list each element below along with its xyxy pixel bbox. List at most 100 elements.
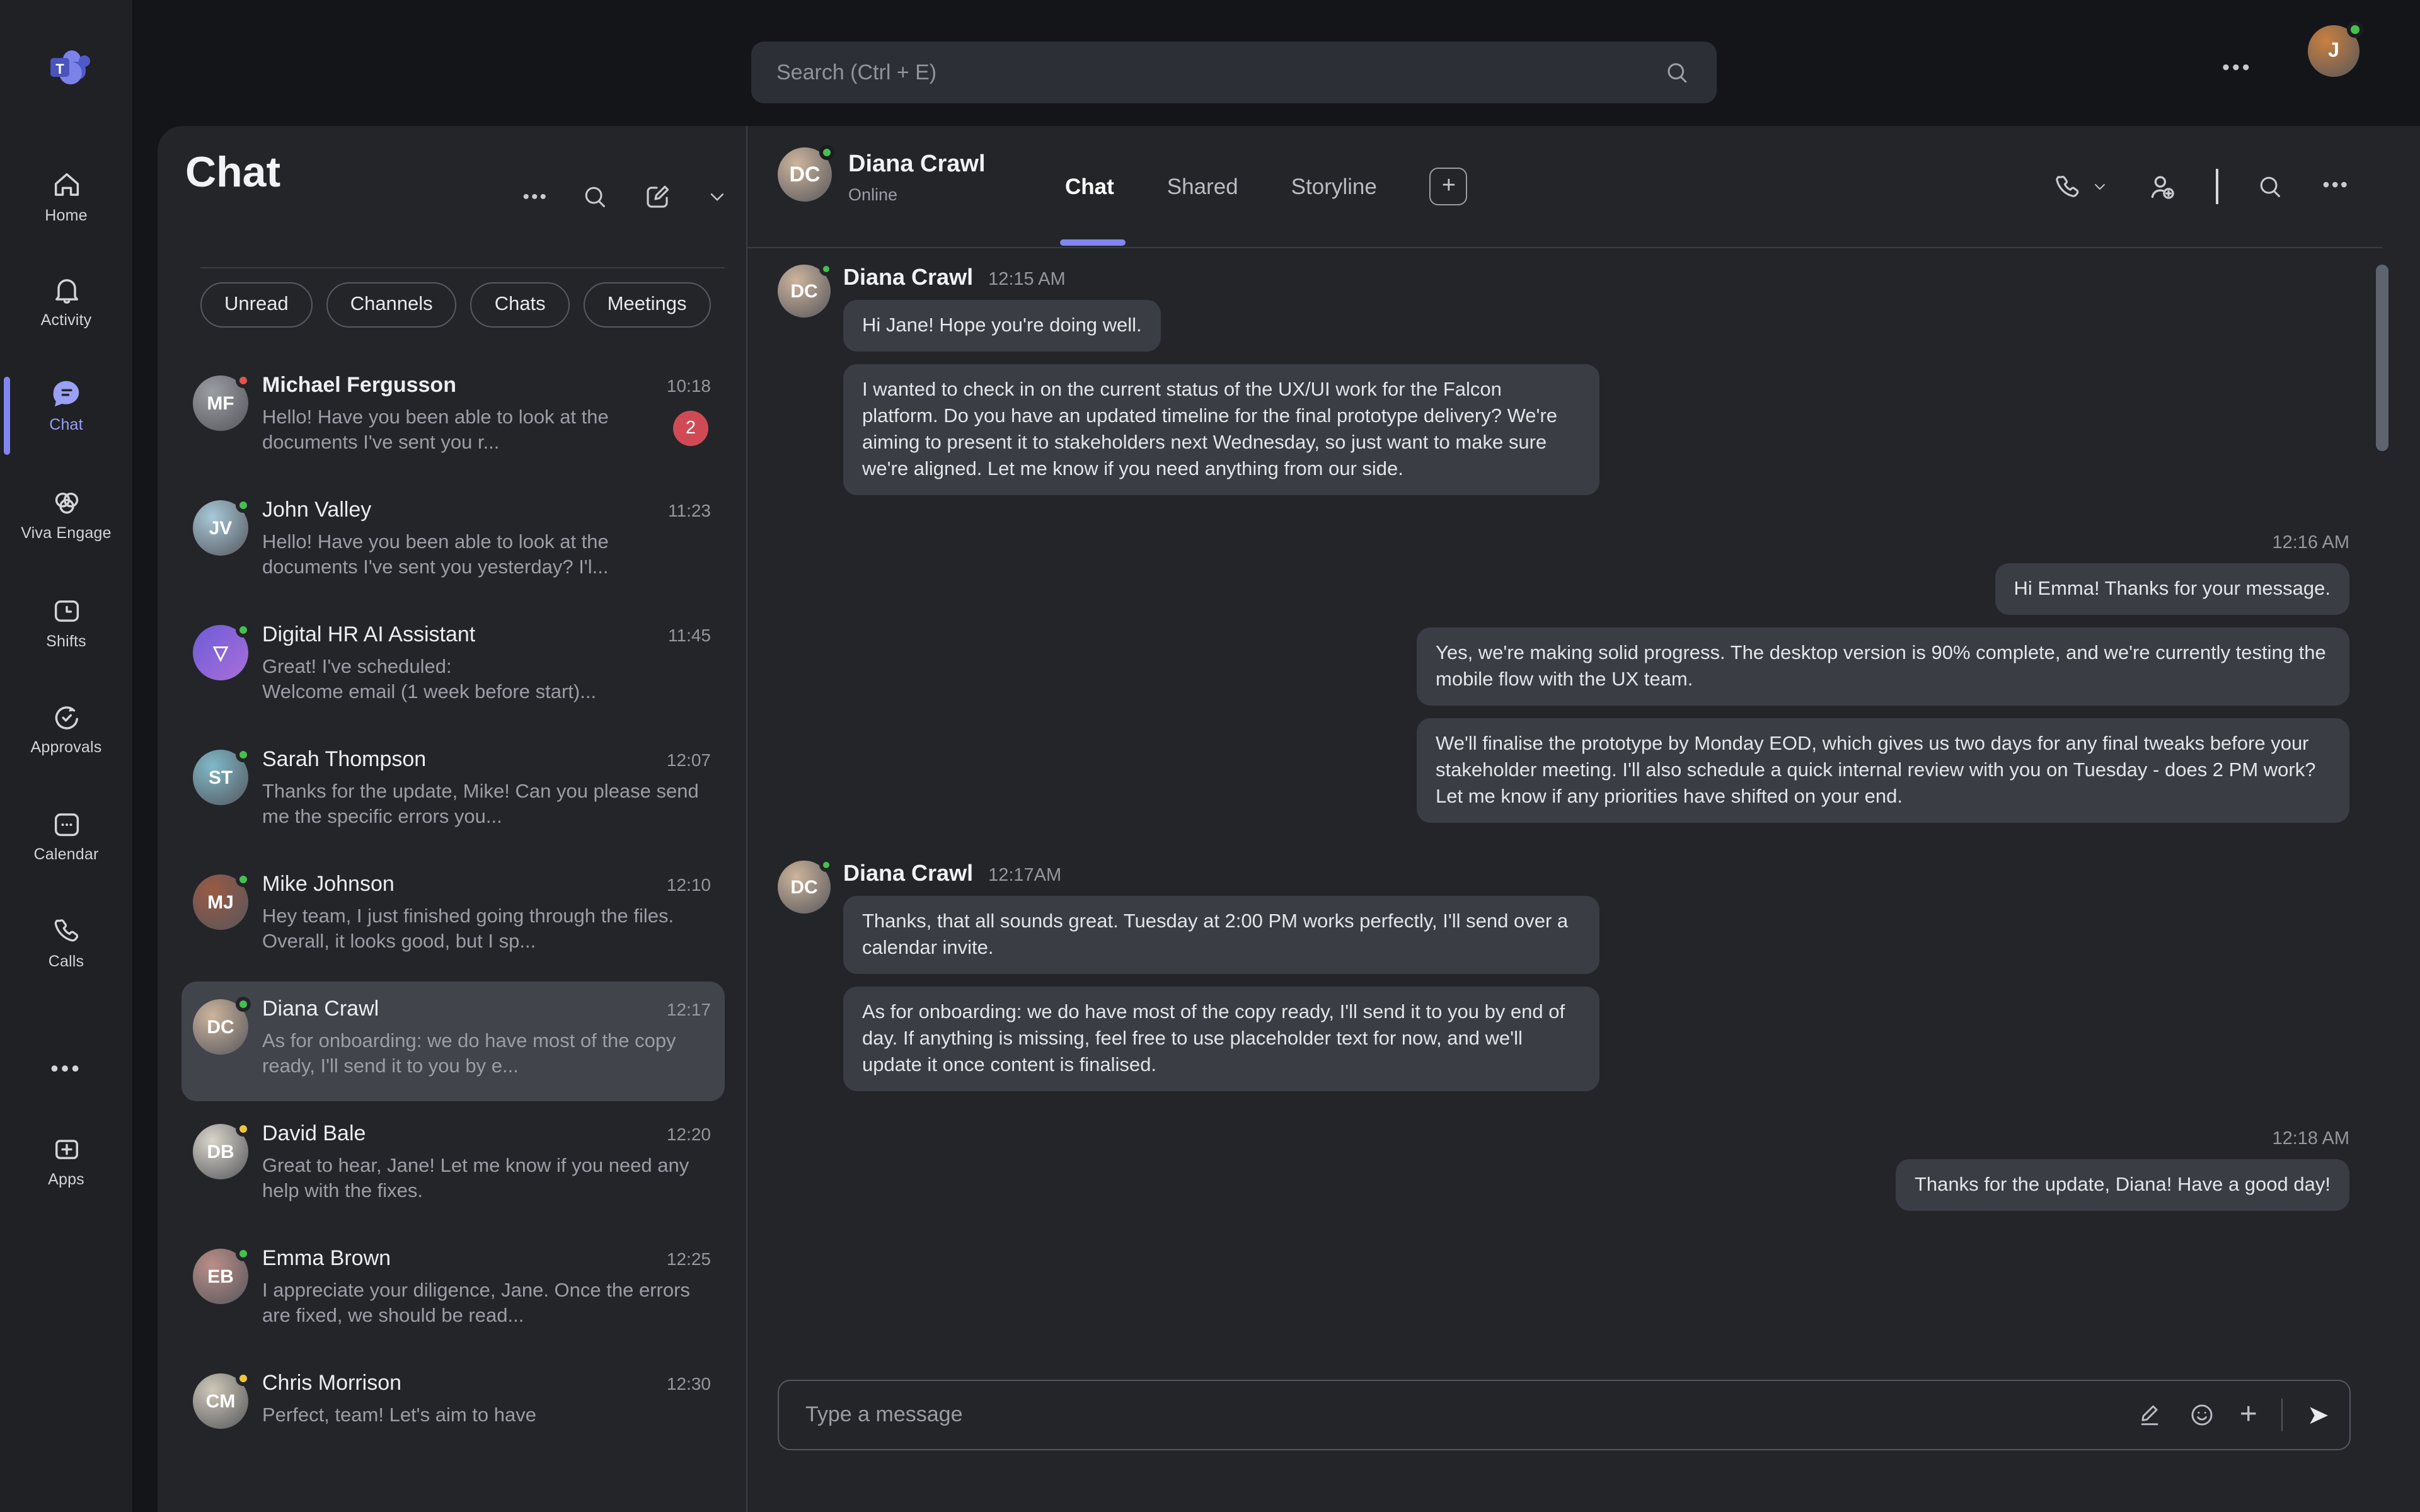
bell-icon — [49, 272, 83, 306]
message-time: 12:17AM — [988, 866, 1061, 886]
send-icon[interactable]: ➤ — [2307, 1399, 2329, 1431]
message-composer: + ➤ — [778, 1380, 2351, 1450]
chevron-down-icon[interactable] — [706, 185, 729, 208]
conversation-time: 12:30 — [667, 1373, 711, 1394]
chat-filters: Unread Channels Chats Meetings — [200, 282, 711, 328]
conversation-time: 12:20 — [667, 1124, 711, 1144]
avatar: DB — [193, 1124, 248, 1179]
tab-storyline[interactable]: Storyline — [1291, 173, 1377, 200]
avatar: CM — [193, 1373, 248, 1429]
avatar: ▽ — [193, 625, 248, 680]
thread-header: DC Diana Crawl Online Chat Shared Storyl… — [747, 126, 2420, 247]
divider — [2216, 169, 2218, 204]
settings-more-icon[interactable]: ••• — [2222, 55, 2252, 81]
filter-unread[interactable]: Unread — [200, 282, 313, 328]
conversation-time: 10:18 — [667, 375, 711, 396]
rail-label: Chat — [49, 416, 83, 433]
filter-channels[interactable]: Channels — [326, 282, 457, 328]
apps-plus-icon — [49, 1131, 83, 1166]
teams-logo-icon[interactable]: T — [43, 43, 93, 93]
presence-badge — [819, 262, 833, 276]
conversation-name: David Bale — [262, 1121, 366, 1147]
filter-chats[interactable]: Chats — [471, 282, 570, 328]
calendar-icon — [49, 806, 83, 840]
active-tab-indicator — [1060, 239, 1126, 246]
message-time: 12:18 AM — [2272, 1129, 2349, 1149]
page-title: Chat — [185, 149, 280, 198]
thread-more-icon[interactable]: ••• — [2322, 175, 2349, 198]
new-chat-compose-icon[interactable] — [643, 181, 673, 212]
conversation-row[interactable]: JVJohn Valley11:23Hello! Have you been a… — [158, 483, 746, 607]
sidebar-item-chat[interactable]: Chat — [0, 377, 132, 433]
scrollbar-thumb[interactable] — [2376, 265, 2388, 451]
call-button[interactable] — [2052, 171, 2109, 202]
conversation-row[interactable]: CMChris Morrison12:30Perfect, team! Let'… — [158, 1356, 746, 1480]
search-input[interactable] — [776, 60, 1664, 85]
conversation-preview: Great to hear, Jane! Let me know if you … — [262, 1154, 706, 1205]
sent-message-group: 12:16 AMHi Emma! Thanks for your message… — [778, 533, 2349, 835]
conversation-row[interactable]: MFMichael Fergusson10:18Hello! Have you … — [158, 358, 746, 483]
message-bubble: Thanks, that all sounds great. Tuesday a… — [843, 896, 1599, 974]
presence-badge — [2347, 21, 2363, 38]
rail-label: Calendar — [33, 845, 98, 863]
conversation-row[interactable]: STSarah Thompson12:07Thanks for the upda… — [158, 732, 746, 857]
presence-badge — [236, 1371, 251, 1386]
chat-filter-more-icon[interactable]: ••• — [522, 186, 548, 207]
presence-badge — [236, 872, 251, 887]
presence-badge — [236, 373, 251, 388]
conversation-preview: Perfect, team! Let's aim to have — [262, 1404, 706, 1429]
sidebar-item-shifts[interactable]: Shifts — [0, 593, 132, 650]
conversation-preview: Great! I've scheduled: Welcome email (1 … — [262, 655, 706, 706]
avatar: JV — [193, 500, 248, 556]
search-chat-icon[interactable] — [581, 182, 610, 211]
global-search — [751, 42, 1717, 103]
presence-badge — [236, 498, 251, 513]
unread-badge: 2 — [673, 411, 708, 446]
conversation-list: MFMichael Fergusson10:18Hello! Have you … — [158, 358, 746, 1512]
chat-bubble-icon — [49, 377, 83, 411]
sidebar-item-approvals[interactable]: Approvals — [0, 699, 132, 756]
add-people-button[interactable] — [2146, 171, 2178, 202]
sidebar-item-activity[interactable]: Activity — [0, 272, 132, 329]
message-bubble: Hi Emma! Thanks for your message. — [1995, 563, 2350, 615]
avatar: MJ — [193, 874, 248, 930]
conversation-time: 12:10 — [667, 874, 711, 895]
rail-label: Shifts — [46, 633, 86, 650]
conversation-row[interactable]: EBEmma Brown12:25I appreciate your dilig… — [158, 1231, 746, 1356]
message-bubble: Hi Jane! Hope you're doing well. — [843, 300, 1161, 352]
search-in-chat-icon[interactable] — [2256, 172, 2285, 201]
presence-badge — [819, 858, 833, 872]
sidebar-item-calls[interactable]: Calls — [0, 914, 132, 970]
contact-name: Diana Crawl — [848, 151, 986, 179]
sidebar-item-apps[interactable]: Apps — [0, 1131, 132, 1188]
tab-shared[interactable]: Shared — [1167, 173, 1238, 200]
sidebar-item-viva-engage[interactable]: Viva Engage — [0, 485, 132, 542]
conversation-preview: Hello! Have you been able to look at the… — [262, 406, 634, 456]
emoji-icon[interactable] — [2188, 1401, 2216, 1429]
conversation-row[interactable]: DB David Bale 12:20 Great to hear, Jane! Le… — [158, 1106, 746, 1231]
conversation-name: Diana Crawl — [262, 997, 379, 1022]
format-pen-icon[interactable] — [2136, 1401, 2164, 1429]
sidebar-item-home[interactable]: Home — [0, 168, 132, 224]
conversation-row[interactable]: ▽Digital HR AI Assistant11:45Great! I've… — [158, 607, 746, 732]
conversation-row[interactable]: DCDiana Crawl12:17As for onboarding: we … — [158, 982, 746, 1106]
filter-meetings[interactable]: Meetings — [584, 282, 711, 328]
home-icon — [49, 168, 83, 202]
sidebar-item-calendar[interactable]: Calendar — [0, 806, 132, 863]
message-bubble: Thanks for the update, Diana! Have a goo… — [1896, 1159, 2349, 1211]
app-rail: T Home Activity Chat Viva Engag — [0, 0, 132, 1512]
add-tab-button[interactable]: + — [1430, 168, 1468, 205]
contact-status: Online — [848, 185, 897, 204]
message-input[interactable] — [805, 1402, 2136, 1428]
conversation-row[interactable]: MJMike Johnson12:10Hey team, I just fini… — [158, 857, 746, 982]
tab-chat[interactable]: Chat — [1065, 173, 1114, 200]
avatar: DC — [778, 265, 831, 318]
conversation-name: Digital HR AI Assistant — [262, 622, 475, 648]
search-icon — [1664, 59, 1691, 86]
rail-more-icon[interactable]: ••• — [0, 1056, 132, 1082]
attach-plus-icon[interactable]: + — [2240, 1401, 2257, 1429]
contact-avatar[interactable]: DC — [778, 147, 832, 202]
conversation-name: John Valley — [262, 498, 371, 523]
user-avatar[interactable]: J — [2308, 25, 2360, 77]
rail-label: Home — [45, 207, 88, 224]
